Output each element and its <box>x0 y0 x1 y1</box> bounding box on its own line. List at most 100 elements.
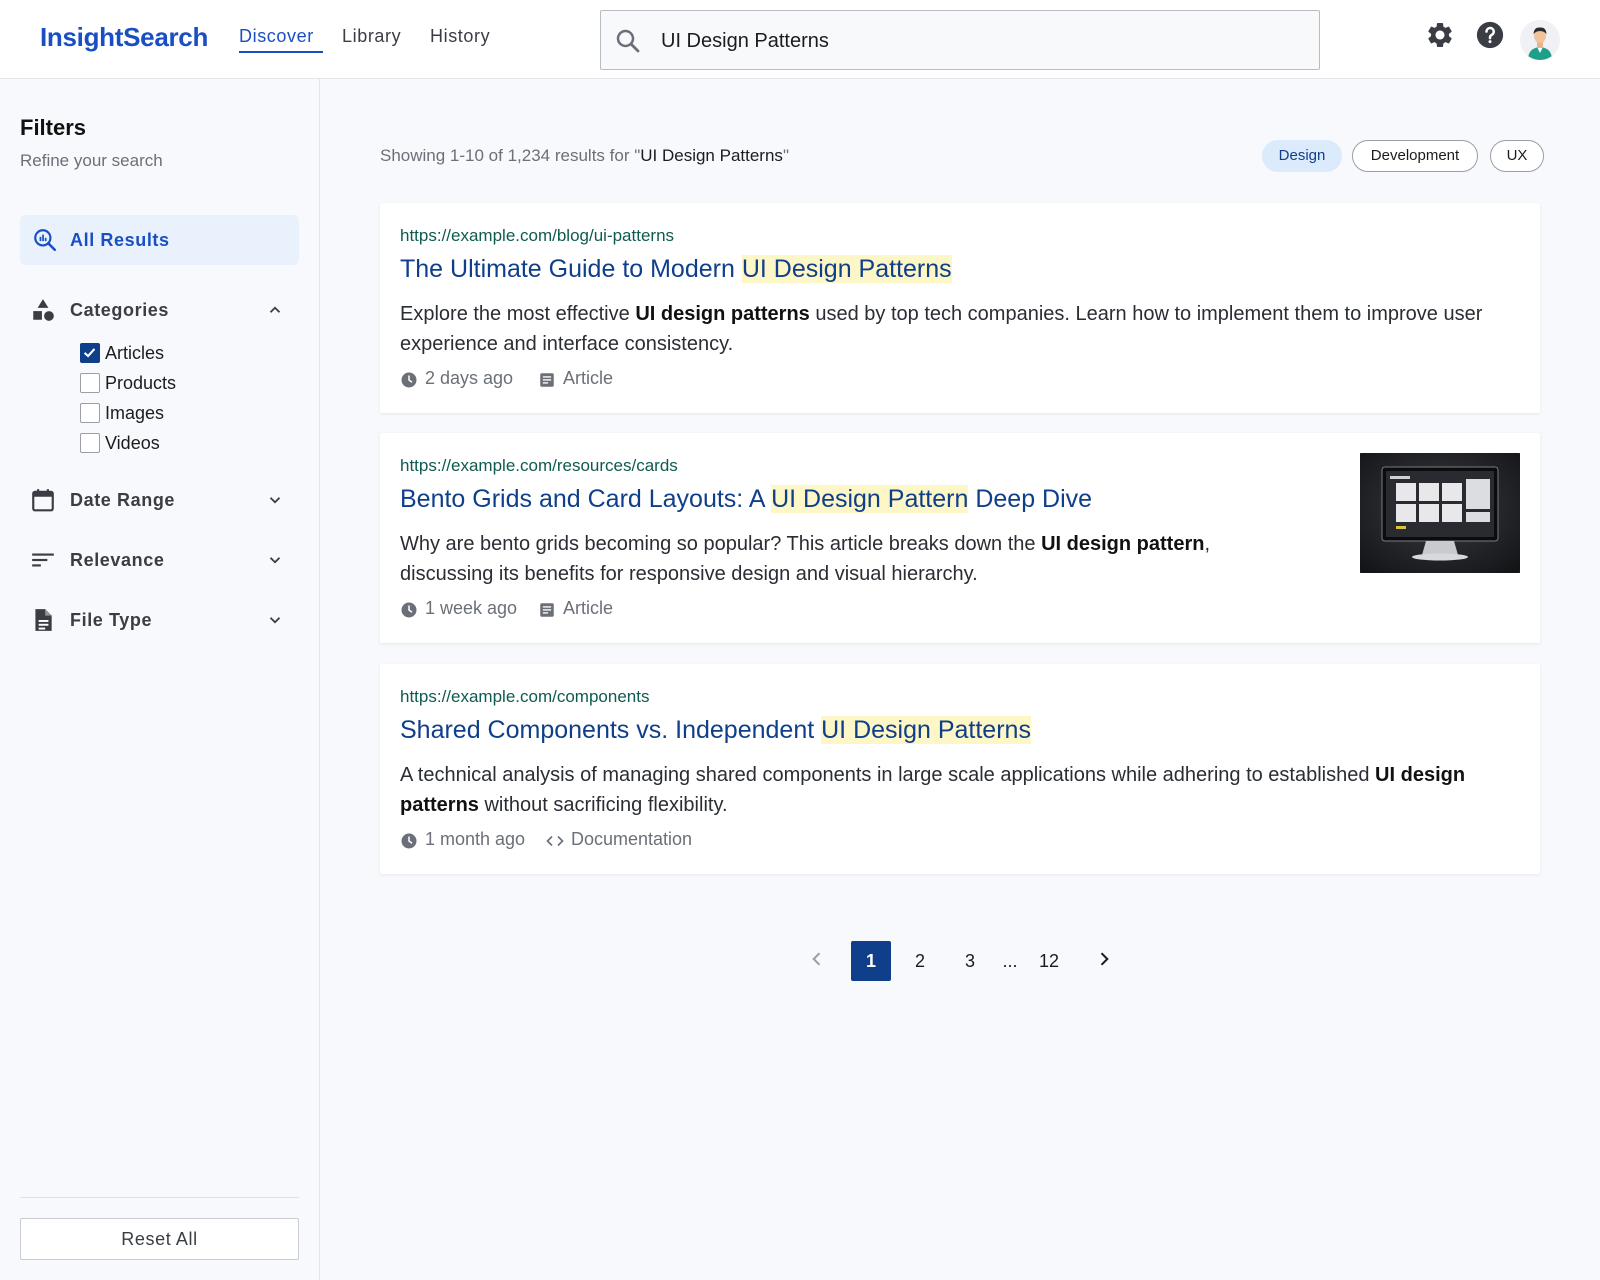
type-label: Article <box>563 598 614 618</box>
app-logo[interactable]: InsightSearch <box>40 22 208 53</box>
category-option-images[interactable]: Images <box>80 401 280 425</box>
result-card[interactable]: https://example.com/blog/ui-patterns The… <box>380 203 1540 413</box>
result-snippet: Why are bento grids becoming so popular?… <box>400 529 1300 589</box>
snippet-text-after: without sacrificing flexibility. <box>478 794 728 816</box>
section-file-type[interactable]: File Type <box>20 600 299 640</box>
time-label: 1 week ago <box>425 598 518 618</box>
pagination-page-3[interactable]: 3 <box>950 941 990 981</box>
nav-active-indicator <box>239 51 323 53</box>
snippet-keyword: UI design pattern <box>1041 533 1205 555</box>
search-icon[interactable] <box>613 26 643 56</box>
document-icon <box>35 609 52 631</box>
avatar-illustration <box>1520 20 1560 60</box>
title-highlight: UI Design Pattern <box>771 485 969 513</box>
result-url[interactable]: https://example.com/components <box>400 687 649 707</box>
title-text: Bento Grids and Card Layouts: A <box>400 485 772 513</box>
category-option-products[interactable]: Products <box>80 371 280 395</box>
results-summary: Showing 1-10 of 1,234 results for "UI De… <box>380 146 789 166</box>
sort-lines-icon <box>32 553 54 567</box>
checkbox-articles[interactable] <box>80 343 100 363</box>
search-insights-icon <box>34 229 57 252</box>
result-title[interactable]: Shared Components vs. Independent UI Des… <box>400 716 1031 745</box>
nav-tab-history[interactable]: History <box>430 26 490 47</box>
snippet-text: A technical analysis of managing shared … <box>400 764 1376 786</box>
chevron-right-icon <box>1100 952 1109 966</box>
filters-title: Filters <box>20 115 87 140</box>
article-icon <box>540 603 554 617</box>
snippet-keyword: UI design patterns <box>635 303 810 325</box>
category-shapes-icon <box>33 299 54 321</box>
clock-icon <box>401 602 417 618</box>
all-results-label: All Results <box>70 230 170 250</box>
chip-development[interactable]: Development <box>1352 140 1478 172</box>
result-url[interactable]: https://example.com/resources/cards <box>400 456 678 476</box>
checkbox-videos[interactable] <box>80 433 100 453</box>
clock-icon <box>401 372 417 388</box>
help-icon[interactable] <box>1475 20 1505 50</box>
chevron-down-icon[interactable] <box>266 491 284 509</box>
nav-tab-discover[interactable]: Discover <box>239 26 314 47</box>
monitor-image <box>1360 453 1520 573</box>
pagination-page-1[interactable]: 1 <box>851 941 891 981</box>
chip-ux[interactable]: UX <box>1490 140 1544 172</box>
section-relevance-label: Relevance <box>70 550 165 570</box>
search-input[interactable] <box>661 23 1301 59</box>
type-label: Documentation <box>571 829 693 849</box>
category-option-articles[interactable]: Articles <box>80 341 280 365</box>
summary-suffix: " <box>782 146 789 165</box>
section-relevance[interactable]: Relevance <box>20 540 299 580</box>
title-text: Shared Components vs. Independent <box>400 716 822 744</box>
checkbox-products[interactable] <box>80 373 100 393</box>
section-categories[interactable]: Categories <box>20 290 299 330</box>
result-title[interactable]: Bento Grids and Card Layouts: A UI Desig… <box>400 485 1092 514</box>
time-label: 2 days ago <box>425 368 514 388</box>
chevron-down-icon[interactable] <box>266 551 284 569</box>
search-bar <box>600 10 1320 70</box>
summary-prefix: Showing 1-10 of 1,234 results for " <box>380 146 641 165</box>
result-title[interactable]: The Ultimate Guide to Modern UI Design P… <box>400 255 952 284</box>
section-date-range[interactable]: Date Range <box>20 480 299 520</box>
section-categories-label: Categories <box>70 300 170 320</box>
title-text-after: Deep Dive <box>968 485 1093 513</box>
title-highlight: UI Design Patterns <box>741 255 952 283</box>
result-url[interactable]: https://example.com/blog/ui-patterns <box>400 226 674 246</box>
sidebar-item-all-results[interactable]: All Results <box>20 215 299 265</box>
article-icon <box>540 373 554 387</box>
category-option-videos[interactable]: Videos <box>80 431 280 455</box>
avatar[interactable] <box>1520 20 1560 60</box>
result-snippet: Explore the most effective UI design pat… <box>400 299 1500 359</box>
result-card[interactable]: https://example.com/components Shared Co… <box>380 664 1540 874</box>
checkbox-images[interactable] <box>80 403 100 423</box>
category-label: Products <box>105 373 177 393</box>
result-thumbnail[interactable] <box>1360 453 1520 573</box>
snippet-text: Explore the most effective <box>400 303 636 325</box>
section-date-range-label: Date Range <box>70 490 176 510</box>
reset-all-button[interactable]: Reset All <box>20 1218 299 1260</box>
section-file-type-label: File Type <box>70 610 153 630</box>
pagination-ellipsis: ... <box>1002 951 1018 971</box>
pagination-next[interactable] <box>1092 941 1116 981</box>
category-label: Videos <box>105 433 160 453</box>
checkmark-icon <box>83 348 96 358</box>
chevron-up-icon[interactable] <box>266 301 284 319</box>
title-text: The Ultimate Guide to Modern <box>400 255 742 283</box>
category-label: Articles <box>105 343 165 363</box>
gear-icon[interactable] <box>1425 20 1455 50</box>
sidebar-divider <box>20 1197 299 1198</box>
pagination-prev[interactable] <box>805 941 829 981</box>
snippet-text: Why are bento grids becoming so popular?… <box>400 533 1042 555</box>
pagination-page-2[interactable]: 2 <box>900 941 940 981</box>
result-snippet: A technical analysis of managing shared … <box>400 760 1500 820</box>
chevron-down-icon[interactable] <box>266 611 284 629</box>
chevron-left-icon <box>812 952 821 966</box>
code-icon <box>546 835 564 847</box>
time-label: 1 month ago <box>425 829 526 849</box>
nav-tab-library[interactable]: Library <box>342 26 401 47</box>
type-label: Article <box>563 368 614 388</box>
filters-subtitle: Refine your search <box>20 151 163 170</box>
clock-icon <box>401 833 417 849</box>
chip-design[interactable]: Design <box>1262 140 1342 172</box>
result-card[interactable]: https://example.com/resources/cards Bent… <box>380 433 1540 643</box>
pagination-page-last[interactable]: 12 <box>1029 941 1069 981</box>
calendar-icon <box>32 489 54 512</box>
